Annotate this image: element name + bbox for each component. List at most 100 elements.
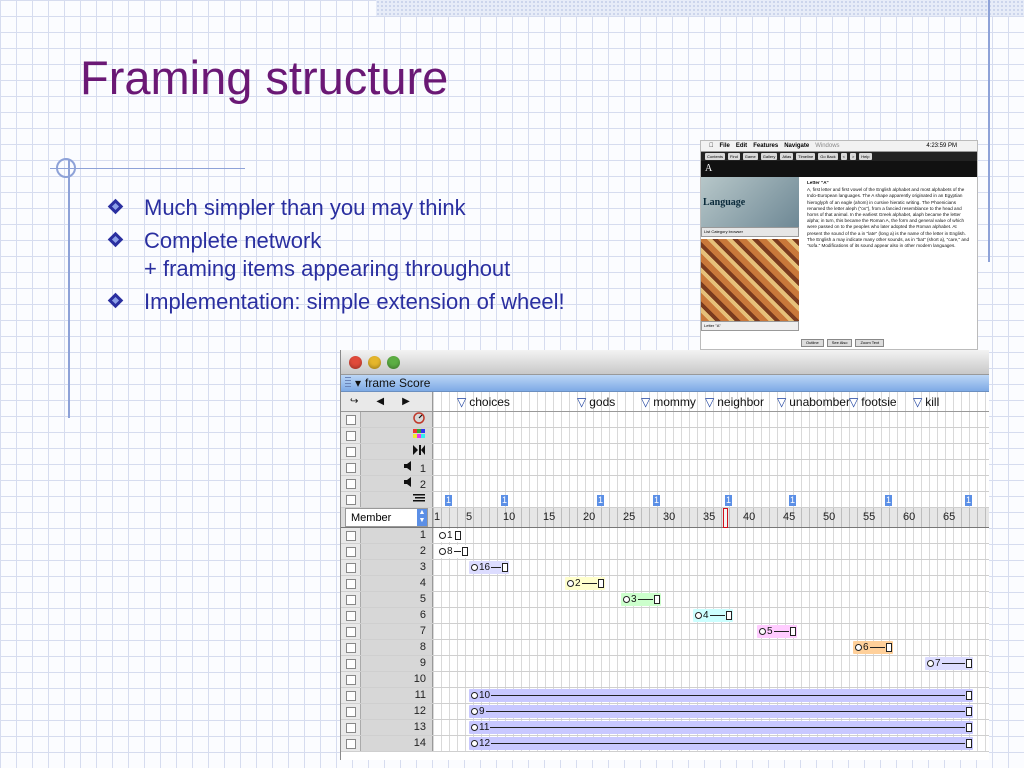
channel-toggle-checkbox[interactable] bbox=[346, 626, 356, 637]
channel-toggle-checkbox[interactable] bbox=[346, 674, 356, 685]
marker-choices[interactable]: ▽ choices bbox=[457, 395, 510, 409]
channel-toggle-checkbox[interactable] bbox=[346, 530, 356, 541]
member-dropdown[interactable]: Member ▲ ▼ bbox=[345, 508, 428, 527]
effect-channel-track[interactable] bbox=[433, 476, 989, 491]
sprite-span[interactable]: 6 bbox=[853, 641, 893, 654]
effect-channel-track[interactable] bbox=[433, 428, 989, 443]
zoom-button[interactable] bbox=[387, 355, 400, 369]
thumb-menu-item[interactable]: Navigate bbox=[784, 143, 809, 149]
thumb-footer-button[interactable]: See Also bbox=[826, 339, 853, 347]
channel-toggle-checkbox[interactable] bbox=[346, 414, 356, 425]
window-titlebar[interactable] bbox=[341, 350, 989, 375]
thumb-toolbar-button[interactable]: Find bbox=[728, 153, 740, 160]
thumb-footer-button[interactable]: Outline bbox=[801, 339, 824, 347]
marker-kill[interactable]: ▽ kill bbox=[913, 395, 939, 409]
thumb-toolbar-button[interactable]: Help bbox=[859, 153, 872, 160]
thumb-toolbar-button[interactable]: Timeline bbox=[796, 153, 816, 160]
sprite-span[interactable]: 16 bbox=[469, 561, 509, 574]
sprite-span[interactable]: 5 bbox=[757, 625, 797, 638]
thumb-toolbar-button[interactable]: Atlas bbox=[780, 153, 794, 160]
stepper-icon[interactable]: ▲ ▼ bbox=[417, 509, 427, 526]
sprite-channel-track[interactable]: 8 bbox=[433, 544, 989, 559]
thumb-toolbar-button[interactable]: Contents bbox=[705, 153, 726, 160]
close-button[interactable] bbox=[349, 355, 362, 369]
thumb-menu-item[interactable]: Edit bbox=[736, 143, 747, 149]
thumb-footer-button[interactable]: Zoom Text bbox=[855, 339, 885, 347]
sprite-channel-track[interactable]: 5 bbox=[433, 624, 989, 639]
sprite-span[interactable]: 10 bbox=[469, 689, 973, 702]
sprite-channel-track[interactable]: 7 bbox=[433, 656, 989, 671]
marker-footsie[interactable]: ▽ footsie bbox=[849, 395, 897, 409]
sprite-channel-track[interactable]: 4 bbox=[433, 608, 989, 623]
sprite-span[interactable]: 4 bbox=[693, 609, 733, 622]
thumb-toolbar-button[interactable]: < bbox=[840, 153, 847, 160]
score-tab[interactable]: ▾ frame Score bbox=[341, 375, 989, 392]
thumb-toolbar-button[interactable]: > bbox=[849, 153, 857, 160]
marker-mommy[interactable]: ▽ mommy bbox=[641, 395, 696, 409]
script-cue[interactable]: 1 bbox=[965, 495, 972, 506]
sprite-channel-track[interactable]: 3 bbox=[433, 592, 989, 607]
marker-track[interactable]: ▽ choices ▽ gods ▽ mommy ▽ neighbor ▽ unabomber ▽ f… bbox=[433, 392, 989, 411]
channel-toggle-checkbox[interactable] bbox=[346, 642, 356, 653]
channel-toggle-checkbox[interactable] bbox=[346, 722, 356, 733]
script-cue[interactable]: 1 bbox=[725, 495, 732, 506]
sprite-channel-track[interactable]: 6 bbox=[433, 640, 989, 655]
sprite-channel-track[interactable]: 11 bbox=[433, 720, 989, 735]
thumb-toolbar-button[interactable]: Game bbox=[742, 153, 758, 160]
channel-toggle-checkbox[interactable] bbox=[346, 690, 356, 701]
thumb-toolbar-button[interactable]: Gallery bbox=[760, 153, 778, 160]
sprite-channel-track[interactable]: 9 bbox=[433, 704, 989, 719]
frame-ruler[interactable]: 1 5 10 15 20 25 30 35 40 45 50 55 60 65 bbox=[433, 508, 989, 528]
sprite-channel-track[interactable]: 10 bbox=[433, 688, 989, 703]
effect-channel-track[interactable] bbox=[433, 460, 989, 475]
channel-toggle-checkbox[interactable] bbox=[346, 738, 356, 749]
thumb-toolbar-button[interactable]: Go Back bbox=[818, 153, 838, 160]
collapse-triangle-icon[interactable]: ▾ bbox=[355, 376, 361, 390]
channel-toggle-checkbox[interactable] bbox=[346, 562, 356, 573]
marker-menu-icon[interactable]: ↪ bbox=[350, 396, 358, 407]
effect-channel-track[interactable] bbox=[433, 412, 989, 427]
script-cue[interactable]: 1 bbox=[597, 495, 604, 506]
sprite-channel-track[interactable]: 12 bbox=[433, 736, 989, 751]
sprite-channel-track[interactable] bbox=[433, 672, 989, 687]
sprite-span[interactable]: 2 bbox=[565, 577, 605, 590]
channel-toggle-checkbox[interactable] bbox=[346, 706, 356, 717]
sprite-channel-track[interactable]: 1 bbox=[433, 528, 989, 543]
next-marker-icon[interactable]: ▶ bbox=[402, 396, 410, 407]
sprite-span[interactable]: 12 bbox=[469, 737, 973, 750]
script-cue[interactable]: 1 bbox=[885, 495, 892, 506]
minimize-button[interactable] bbox=[368, 355, 381, 369]
playhead[interactable] bbox=[723, 508, 728, 528]
channel-toggle-checkbox[interactable] bbox=[346, 610, 356, 621]
sprite-span[interactable]: 3 bbox=[621, 593, 661, 606]
marker-unabomber[interactable]: ▽ unabomber bbox=[777, 395, 850, 409]
thumb-menu-item[interactable]: Features bbox=[753, 143, 778, 149]
previous-marker-icon[interactable]: ◀ bbox=[376, 396, 384, 407]
sprite-span[interactable]: 7 bbox=[925, 657, 973, 670]
channel-toggle-checkbox[interactable] bbox=[346, 478, 356, 489]
effect-channel-track[interactable]: 1 1 1 1 1 1 1 1 bbox=[433, 492, 989, 507]
marker-neighbor[interactable]: ▽ neighbor bbox=[705, 395, 764, 409]
sprite-span[interactable]: 9 bbox=[469, 705, 973, 718]
channel-toggle-checkbox[interactable] bbox=[346, 462, 356, 473]
script-cue[interactable]: 1 bbox=[653, 495, 660, 506]
effect-channel-track[interactable] bbox=[433, 444, 989, 459]
script-cue[interactable]: 1 bbox=[445, 495, 452, 506]
script-cue[interactable]: 1 bbox=[501, 495, 508, 506]
channel-toggle-checkbox[interactable] bbox=[346, 494, 356, 505]
channel-toggle-checkbox[interactable] bbox=[346, 658, 356, 669]
sprite-span[interactable]: 8 bbox=[437, 545, 469, 558]
script-cue[interactable]: 1 bbox=[789, 495, 796, 506]
channel-toggle-checkbox[interactable] bbox=[346, 446, 356, 457]
channel-toggle-checkbox[interactable] bbox=[346, 578, 356, 589]
channel-toggle-checkbox[interactable] bbox=[346, 594, 356, 605]
sprite-channel-track[interactable]: 2 bbox=[433, 576, 989, 591]
sprite-channel-track[interactable]: 16 bbox=[433, 560, 989, 575]
thumb-tabs[interactable]: List Category browser bbox=[701, 227, 799, 237]
marker-gods[interactable]: ▽ gods bbox=[577, 395, 615, 409]
channel-toggle-checkbox[interactable] bbox=[346, 430, 356, 441]
channel-toggle-checkbox[interactable] bbox=[346, 546, 356, 557]
thumb-menu-item[interactable]: Windows bbox=[815, 143, 839, 149]
thumb-menu-item[interactable]: File bbox=[720, 143, 730, 149]
sprite-span[interactable]: 11 bbox=[469, 721, 973, 734]
